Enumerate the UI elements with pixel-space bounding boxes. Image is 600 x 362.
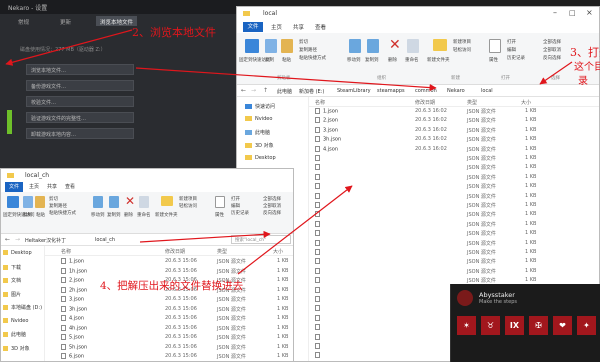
annotation-step2: 2、浏览本地文件 (132, 26, 216, 39)
annotation-arrows (5, 29, 573, 275)
arrow-step4 (237, 185, 353, 275)
arrow-step3 (539, 61, 573, 85)
arrow-step2 (5, 29, 133, 66)
arrow-window-link (139, 230, 271, 243)
arrow-browse-to-explorer (135, 67, 437, 92)
annotation-step3-line3: 录 (578, 76, 588, 87)
annotation-step4: 4、把解压出来的文件替换进去 (100, 280, 244, 292)
annotation-step3-line2: 这个目 (574, 62, 600, 73)
